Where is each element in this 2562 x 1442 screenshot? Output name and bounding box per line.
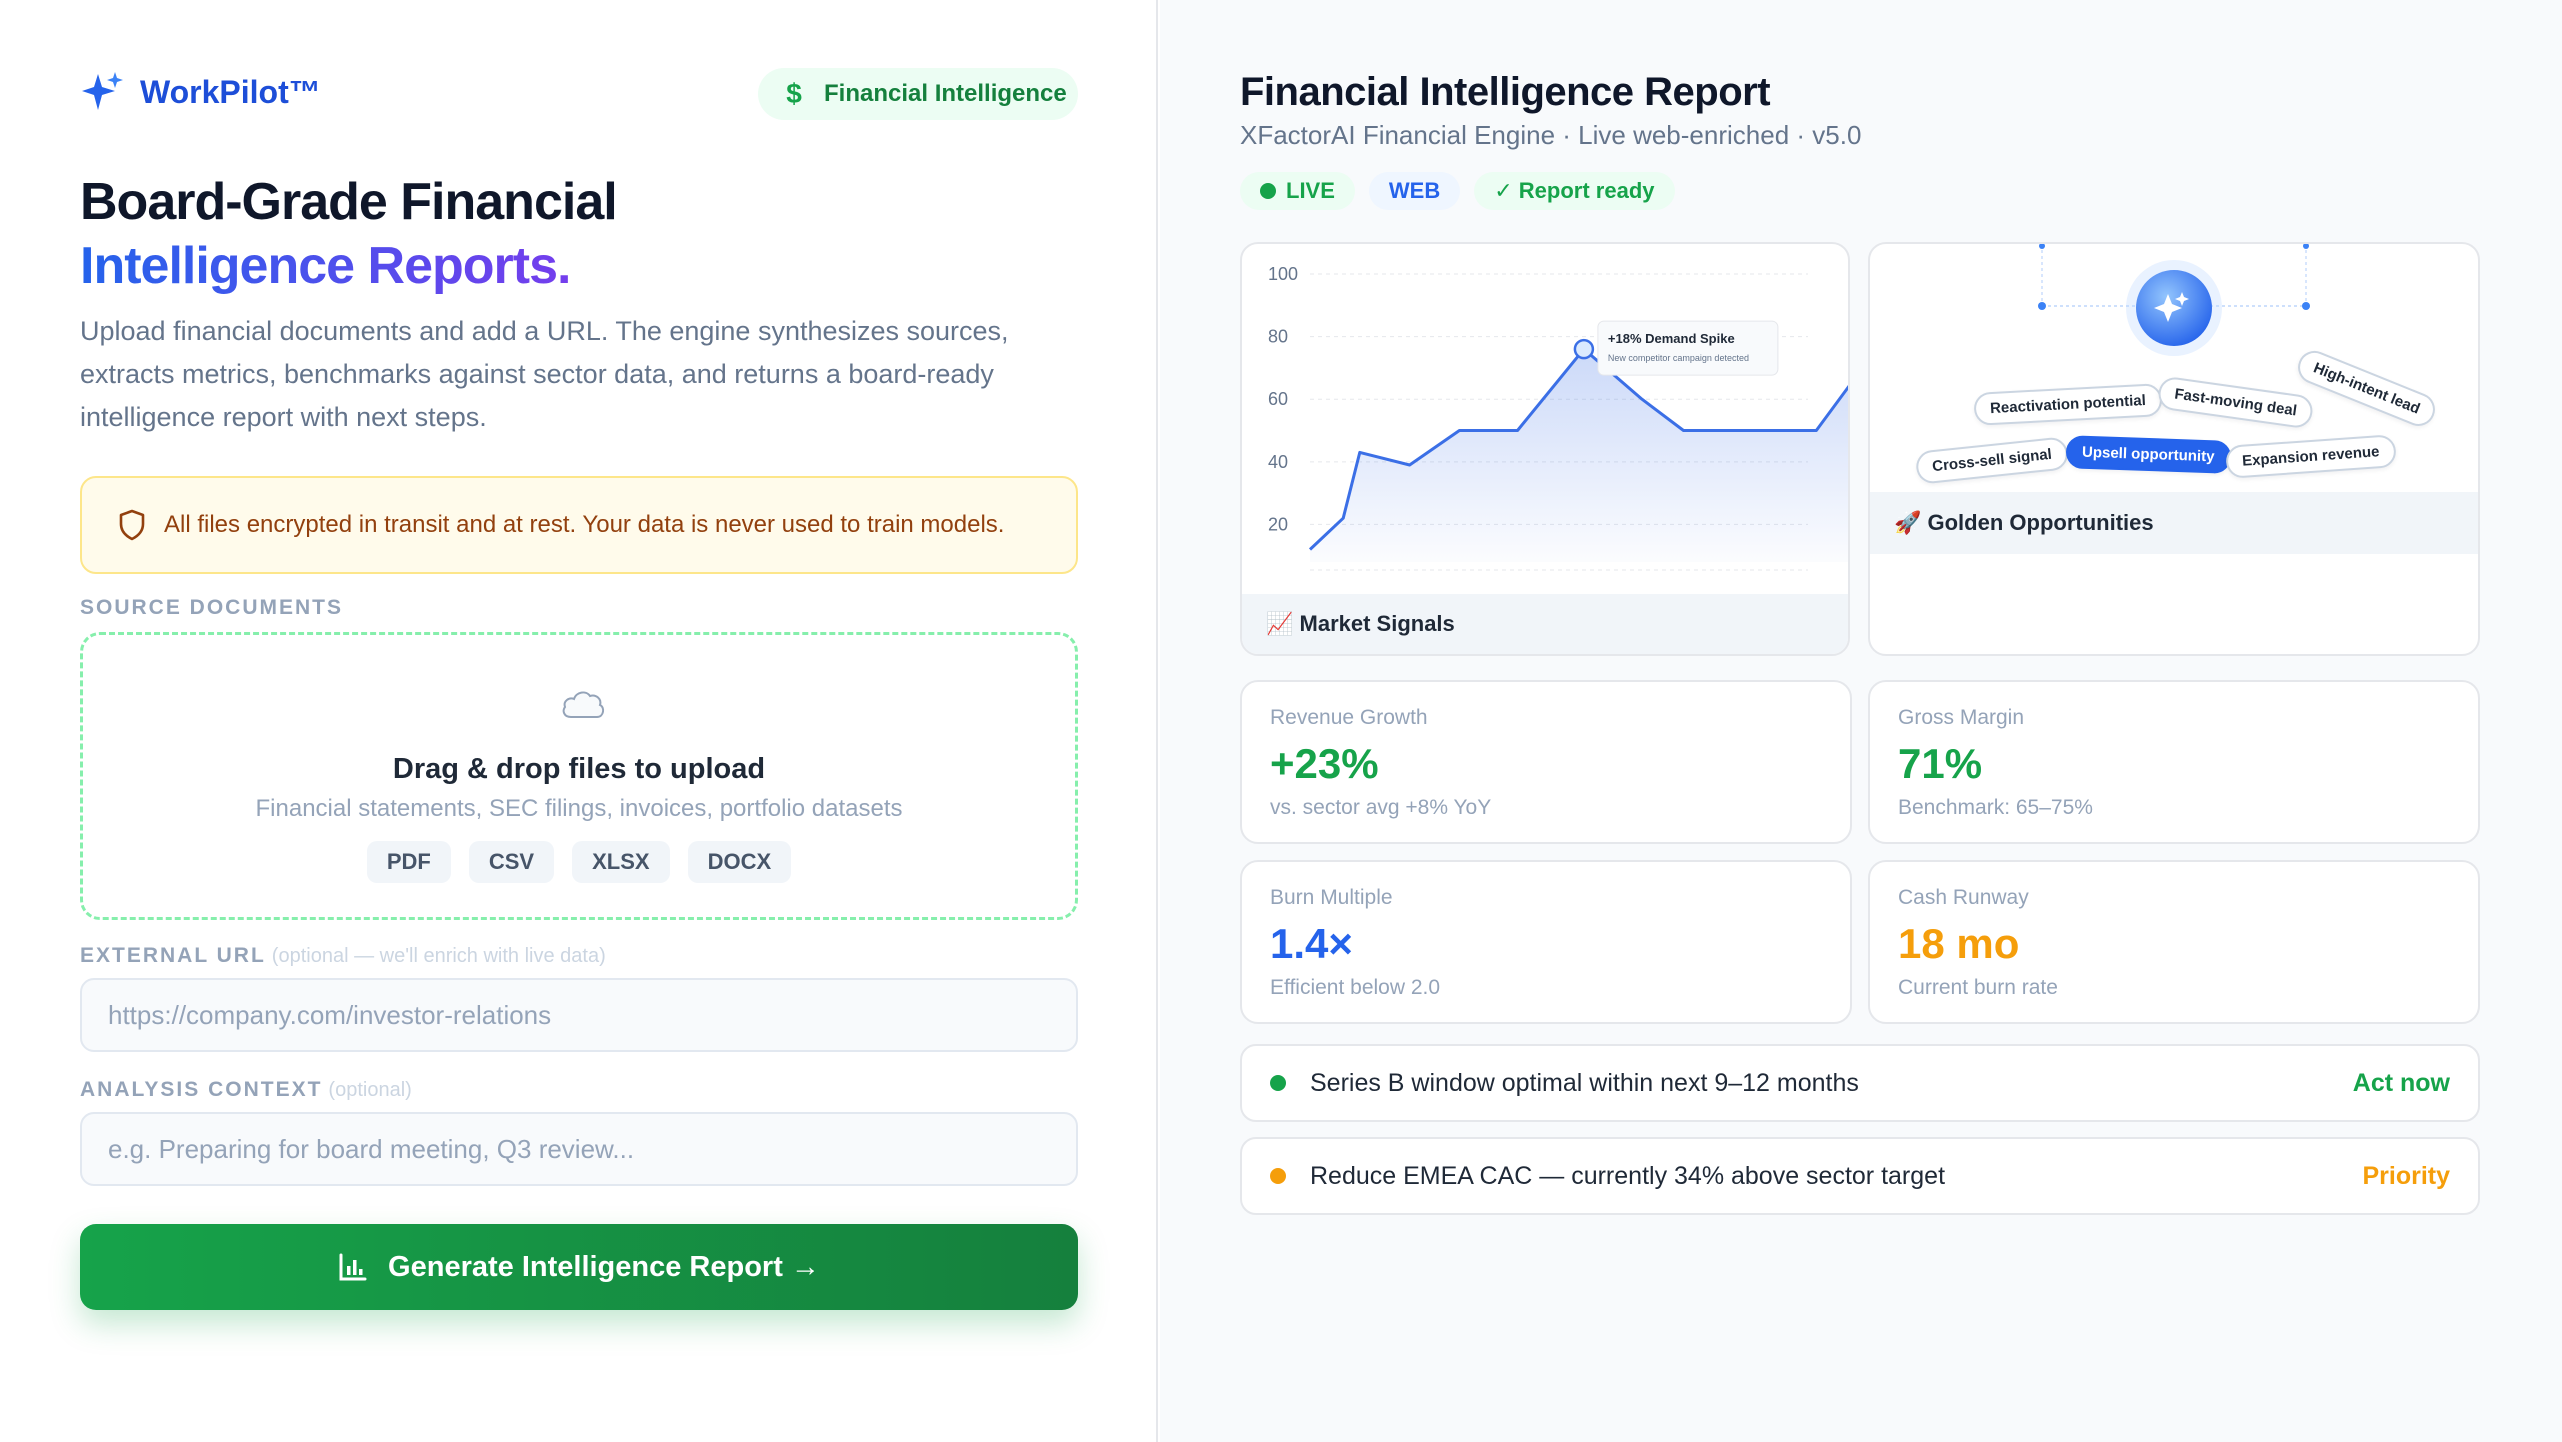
action-item-text: Reduce EMEA CAC — currently 34% above se… [1310,1161,1946,1190]
annotation-box [1597,320,1779,376]
revenue-growth-card: Revenue Growth +23% vs. sector avg +8% Y… [1240,680,1852,844]
file-format-chips: PDF CSV XLSX DOCX [83,841,1075,883]
web-badge: WEB [1368,172,1461,210]
market-signals-chart: 20406080100JanFebMarAprMayJunJul+18% Dem… [1268,264,1848,612]
financial-intelligence-badge: $ Financial Intelligence [758,68,1078,120]
bar-chart-icon [339,1253,367,1281]
gross-margin-note: Benchmark: 65–75% [1898,796,2093,819]
generate-report-label: Generate Intelligence Report → [388,1250,820,1283]
external-url-hint: (optional — we'll enrich with live data) [271,945,606,967]
brand-name: WorkPilot™ [140,73,321,110]
external-url-label: EXTERNAL URL (optional — we'll enrich wit… [80,944,606,968]
gross-margin-value: 71% [1898,740,1983,787]
gross-margin-card: Gross Margin 71% Benchmark: 65–75% [1868,680,2480,844]
shield-icon [119,509,145,541]
action-item-tag: Act now [2352,1068,2450,1097]
highlight-point [1573,338,1595,360]
action-item-series-b[interactable]: Series B window optimal within next 9–12… [1240,1044,2480,1122]
gross-margin-label: Gross Margin [1898,706,2025,729]
report-ready-label: ✓ Report ready [1494,178,1655,203]
report-subtitle: XFactorAI Financial Engine · Live web-en… [1240,120,1862,150]
format-chip-docx: DOCX [687,841,792,883]
cash-runway-label: Cash Runway [1898,886,2029,909]
analysis-context-hint: (optional) [328,1079,412,1101]
live-badge: LIVE [1240,172,1355,210]
hero-title: Board-Grade Financial Intelligence Repor… [80,170,618,298]
y-tick-label: 100 [1268,264,1298,284]
opportunity-tag-upsell[interactable]: Upsell opportunity [2065,435,2232,474]
market-signals-label: 📈 Market Signals [1242,594,1848,654]
action-item-tag: Priority [2362,1161,2450,1190]
report-ready-badge: ✓ Report ready [1474,172,1675,210]
external-url-input[interactable]: https://company.com/investor-relations [80,978,1078,1052]
dollar-icon: $ [786,78,802,109]
y-tick-label: 60 [1268,389,1288,409]
cash-runway-card: Cash Runway 18 mo Current burn rate [1868,860,2480,1024]
revenue-growth-value: +23% [1270,740,1379,787]
cash-runway-note: Current burn rate [1898,976,2058,999]
status-dot-icon [1270,1168,1286,1184]
analysis-context-label-text: ANALYSIS CONTEXT [80,1078,323,1101]
format-chip-pdf: PDF [366,841,451,883]
status-dot-icon [1270,1075,1286,1091]
cash-runway-value: 18 mo [1898,920,2020,967]
file-dropzone[interactable]: Drag & drop files to upload Financial st… [80,632,1078,920]
status-badges: LIVE WEB ✓ Report ready [1240,172,1675,210]
sparkle-logo-icon [82,72,123,110]
annotation-title: +18% Demand Spike [1608,331,1735,346]
generate-report-button[interactable]: Generate Intelligence Report → [80,1224,1078,1310]
dropzone-subtitle: Financial statements, SEC filings, invoi… [255,795,903,822]
brand[interactable]: WorkPilot™ [80,70,321,114]
analysis-context-input[interactable]: e.g. Preparing for board meeting, Q3 rev… [80,1112,1078,1186]
format-chip-csv: CSV [468,841,555,883]
format-chip-xlsx: XLSX [572,841,670,883]
y-tick-label: 40 [1268,452,1288,472]
security-notice: All files encrypted in transit and at re… [80,476,1078,574]
dropzone-title: Drag & drop files to upload [392,753,766,785]
live-dot-icon [1260,183,1276,199]
y-tick-label: 80 [1268,327,1288,347]
badge-label: Financial Intelligence [824,80,1067,107]
report-panel: Financial Intelligence Report XFactorAI … [1160,0,2562,1442]
golden-opportunities-label: 🚀 Golden Opportunities [1870,492,2478,554]
annotation-subtitle: New competitor campaign detected [1608,353,1749,363]
report-title: Financial Intelligence Report [1240,70,1771,114]
y-tick-label: 20 [1268,514,1288,534]
hero-title-line1: Board-Grade Financial [80,173,618,231]
revenue-growth-label: Revenue Growth [1270,706,1428,729]
security-notice-text: All files encrypted in transit and at re… [164,511,1005,538]
golden-opportunities-card: Reactivation potential Fast-moving deal … [1868,242,2480,656]
web-label: WEB [1388,178,1441,203]
burn-multiple-value: 1.4× [1270,920,1353,967]
burn-multiple-card: Burn Multiple 1.4× Efficient below 2.0 [1240,860,1852,1024]
revenue-growth-note: vs. sector avg +8% YoY [1270,796,1492,819]
burn-multiple-label: Burn Multiple [1270,886,1393,909]
analysis-context-label: ANALYSIS CONTEXT (optional) [80,1078,412,1102]
live-label: LIVE [1286,178,1335,203]
external-url-label-text: EXTERNAL URL [80,944,266,967]
intake-panel: WorkPilot™ $ Financial Intelligence Boar… [0,0,1158,1442]
source-documents-label: SOURCE DOCUMENTS [80,596,344,619]
action-item-text: Series B window optimal within next 9–12… [1310,1068,1859,1097]
action-item-emea-cac[interactable]: Reduce EMEA CAC — currently 34% above se… [1240,1137,2480,1215]
burn-multiple-note: Efficient below 2.0 [1270,976,1441,999]
market-signals-card: 20406080100JanFebMarAprMayJunJul+18% Dem… [1240,242,1850,656]
hero-description: Upload financial documents and add a URL… [80,316,1009,432]
cloud-upload-icon [562,691,605,718]
hero-title-line2: Intelligence Reports. [80,234,617,298]
